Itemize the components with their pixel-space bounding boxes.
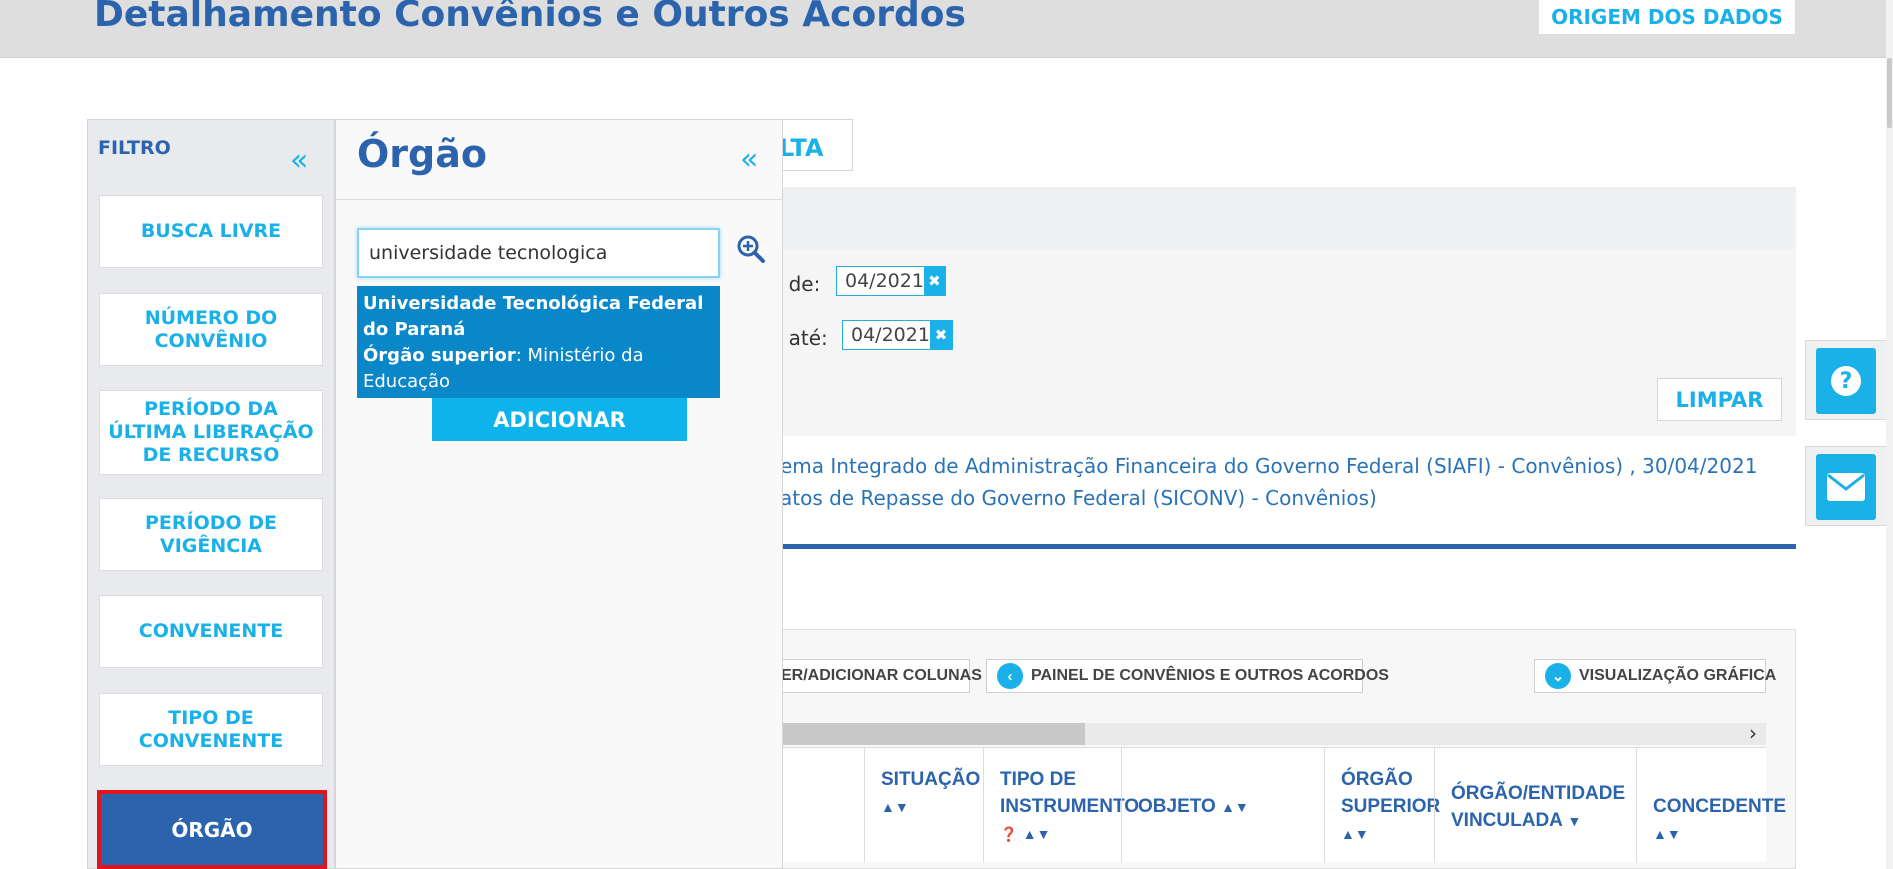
exibir-adicionar-colunas-button[interactable]: ER/ADICIONAR COLUNAS: [770, 659, 982, 693]
limpar-button[interactable]: LIMPAR: [1657, 378, 1782, 421]
sort-desc-icon[interactable]: ▼: [1567, 813, 1581, 829]
column-header-label: INSTRUMENTO: [1000, 796, 1139, 817]
column-header-label: SITUAÇÃO: [881, 769, 981, 790]
svg-text:?: ?: [1840, 369, 1853, 394]
adicionar-button[interactable]: ADICIONAR: [432, 398, 687, 441]
orgao-search-input[interactable]: [357, 228, 720, 278]
sidebar-item-periodo-vigencia[interactable]: PERÍODO DE VIGÊNCIA: [99, 498, 323, 571]
sidebar-item-orgao[interactable]: ÓRGÃO: [97, 790, 327, 869]
date-to-chip: 04/2021 ✖: [842, 320, 953, 350]
applied-filters-header: [780, 187, 1796, 249]
column-header-label: SUPERIOR: [1341, 796, 1441, 817]
column-header-label: OBJETO: [1138, 796, 1216, 817]
column-header-situacao[interactable]: SITUAÇÃO ▲▼: [864, 748, 983, 863]
data-source-line: ema Integrado de Administração Financeir…: [780, 454, 1758, 478]
chevron-left-icon: ‹: [997, 663, 1023, 689]
page-scrollbar[interactable]: [1886, 0, 1893, 869]
data-source-line: atos de Repasse do Governo Federal (SICO…: [780, 486, 1377, 510]
sidebar-item-numero-convenio[interactable]: NÚMERO DO CONVÊNIO: [99, 293, 323, 366]
painel-convenios-label: PAINEL DE CONVÊNIOS E OUTROS ACORDOS: [1031, 667, 1389, 684]
sort-icon[interactable]: ▲▼: [881, 799, 909, 815]
zoom-search-icon[interactable]: [736, 234, 766, 264]
column-header-concedente[interactable]: CONCEDENTE ▲▼: [1636, 748, 1786, 863]
date-from-chip: 04/2021 ✖: [836, 266, 946, 296]
column-header-label: TIPO DE: [1000, 769, 1077, 790]
table-header-row: SITUAÇÃO ▲▼ TIPO DE INSTRUMENTO ❓ ▲▼ OBJ…: [780, 747, 1786, 863]
panel-divider: [336, 199, 782, 200]
collapse-sidebar-icon[interactable]: «: [290, 146, 308, 176]
chevron-down-icon: ⌄: [1545, 663, 1571, 689]
help-icon[interactable]: ❓: [1000, 826, 1017, 842]
remove-date-from-icon[interactable]: ✖: [923, 267, 945, 295]
painel-convenios-button[interactable]: ‹ PAINEL DE CONVÊNIOS E OUTROS ACORDOS: [986, 659, 1389, 693]
table-scrollbar-thumb[interactable]: [780, 723, 1085, 745]
scroll-right-icon[interactable]: ›: [1742, 723, 1764, 745]
column-header-objeto[interactable]: OBJETO ▲▼: [1121, 748, 1324, 863]
remove-date-to-icon[interactable]: ✖: [930, 321, 952, 349]
page-scrollbar-thumb[interactable]: [1887, 58, 1892, 128]
tab-consulta[interactable]: LTA: [778, 119, 853, 171]
question-icon[interactable]: ?: [1816, 348, 1876, 414]
suggestion-name: Universidade Tecnológica Federal do Para…: [363, 293, 704, 340]
tab-consulta-label: LTA: [779, 134, 824, 162]
column-header-label: VINCULADA: [1451, 810, 1563, 831]
sort-icon[interactable]: ▲▼: [1341, 826, 1369, 842]
date-to-value: 04/2021: [851, 324, 930, 346]
visualizacao-grafica-button[interactable]: ⌄ VISUALIZAÇÃO GRÁFICA: [1534, 659, 1776, 693]
date-from-value: 04/2021: [845, 270, 924, 292]
column-header-label: CONCEDENTE: [1653, 796, 1787, 817]
envelope-icon[interactable]: [1816, 454, 1876, 520]
exibir-adicionar-colunas-label: ER/ADICIONAR COLUNAS: [781, 667, 982, 684]
sidebar-item-convenente[interactable]: CONVENENTE: [99, 595, 323, 668]
collapse-panel-icon[interactable]: «: [740, 145, 758, 175]
contact-widget: [1805, 446, 1893, 526]
sort-icon[interactable]: ▲▼: [1221, 799, 1249, 815]
sidebar-item-periodo-ultima-liberacao[interactable]: PERÍODO DA ÚLTIMA LIBERAÇÃO DE RECURSO: [99, 390, 323, 475]
column-header-label: ÓRGÃO/ENTIDADE: [1451, 783, 1626, 804]
autocomplete-suggestion[interactable]: Universidade Tecnológica Federal do Para…: [357, 286, 720, 398]
visualizacao-grafica-label: VISUALIZAÇÃO GRÁFICA: [1579, 667, 1777, 684]
column-header-label: ÓRGÃO: [1341, 769, 1413, 790]
sidebar-item-tipo-convenente[interactable]: TIPO DE CONVENENTE: [99, 693, 323, 766]
origem-dos-dados-button[interactable]: ORIGEM DOS DADOS: [1538, 0, 1796, 35]
sort-icon[interactable]: ▲▼: [1653, 826, 1681, 842]
filter-title: FILTRO: [98, 137, 171, 159]
column-header-orgao-entidade-vinculada[interactable]: ÓRGÃO/ENTIDADE VINCULADA ▼: [1434, 748, 1636, 863]
orgao-panel-title: Órgão: [357, 132, 487, 176]
section-divider: [780, 544, 1796, 549]
column-header-tipo-instrumento[interactable]: TIPO DE INSTRUMENTO ❓ ▲▼: [983, 748, 1139, 863]
sidebar-item-busca-livre[interactable]: BUSCA LIVRE: [99, 195, 323, 268]
column-header-orgao-superior[interactable]: ÓRGÃO SUPERIOR ▲▼: [1324, 748, 1440, 863]
suggestion-superior-label: Órgão superior: [363, 345, 516, 366]
page-title: Detalhamento Convênios e Outros Acordos: [94, 0, 966, 35]
help-widget: ?: [1805, 340, 1893, 420]
sort-icon[interactable]: ▲▼: [1023, 826, 1051, 842]
